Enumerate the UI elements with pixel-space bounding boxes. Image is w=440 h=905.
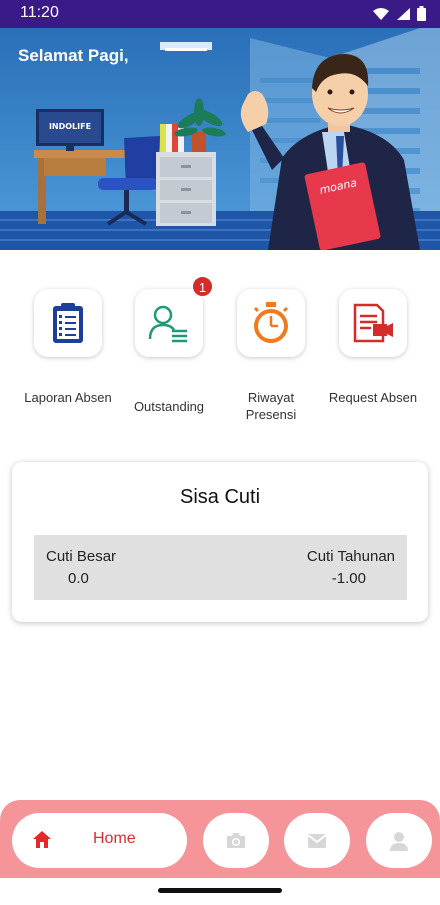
home-icon	[33, 831, 51, 848]
hero-banner: INDOLIFE moana Selamat Pagi,	[0, 28, 440, 250]
stopwatch-icon	[253, 302, 289, 343]
document-request-icon	[353, 303, 393, 343]
nav-home-label: Home	[93, 830, 136, 847]
menu-tile-request-absen[interactable]	[339, 289, 407, 357]
user-list-icon	[148, 305, 187, 343]
nav-mail-button[interactable]	[284, 813, 350, 868]
mail-icon	[307, 833, 327, 848]
bottom-nav: Home	[0, 800, 440, 878]
battery-icon	[417, 6, 426, 21]
menu-tile-outstanding[interactable]	[135, 289, 203, 357]
clipboard-checklist-icon	[53, 303, 83, 343]
monitor-logo-text: INDOLIFE	[49, 122, 91, 131]
menu-label-outstanding: Outstanding	[133, 399, 205, 414]
signal-icon	[397, 7, 410, 20]
leave-balance-card: Sisa Cuti Cuti Besar 0.0 Cuti Tahunan -1…	[12, 462, 428, 622]
menu-label-riwayat-presensi: Riwayat Presensi	[245, 390, 297, 422]
camera-icon	[227, 833, 245, 848]
menu-tile-riwayat-presensi[interactable]	[237, 289, 305, 357]
nav-profile-button[interactable]	[366, 813, 432, 868]
cuti-besar-label: Cuti Besar	[46, 548, 117, 565]
menu-label-laporan-absen: Laporan Absen	[24, 390, 112, 405]
card-title: Sisa Cuti	[179, 486, 261, 508]
person-icon	[390, 831, 408, 851]
gesture-bar	[0, 878, 440, 905]
leave-balance-row: Cuti Besar 0.0 Cuti Tahunan -1.00	[34, 535, 407, 600]
notification-badge: 1	[192, 276, 213, 297]
greeting-text: Selamat Pagi,	[18, 46, 129, 65]
status-icons	[372, 6, 426, 21]
status-bar: 11:20	[0, 0, 440, 28]
cuti-tahunan-label: Cuti Tahunan	[306, 548, 395, 565]
nav-home-button[interactable]: Home	[12, 813, 187, 868]
menu-label-request-absen: Request Absen	[328, 390, 418, 405]
nav-camera-button[interactable]	[203, 813, 269, 868]
cuti-besar-value: 0.0	[68, 570, 89, 587]
cuti-tahunan-value: -1.00	[331, 570, 366, 587]
status-time: 11:20	[20, 4, 59, 21]
gesture-handle[interactable]	[158, 888, 282, 893]
menu-tile-laporan-absen[interactable]	[34, 289, 102, 357]
wifi-icon	[373, 7, 389, 20]
